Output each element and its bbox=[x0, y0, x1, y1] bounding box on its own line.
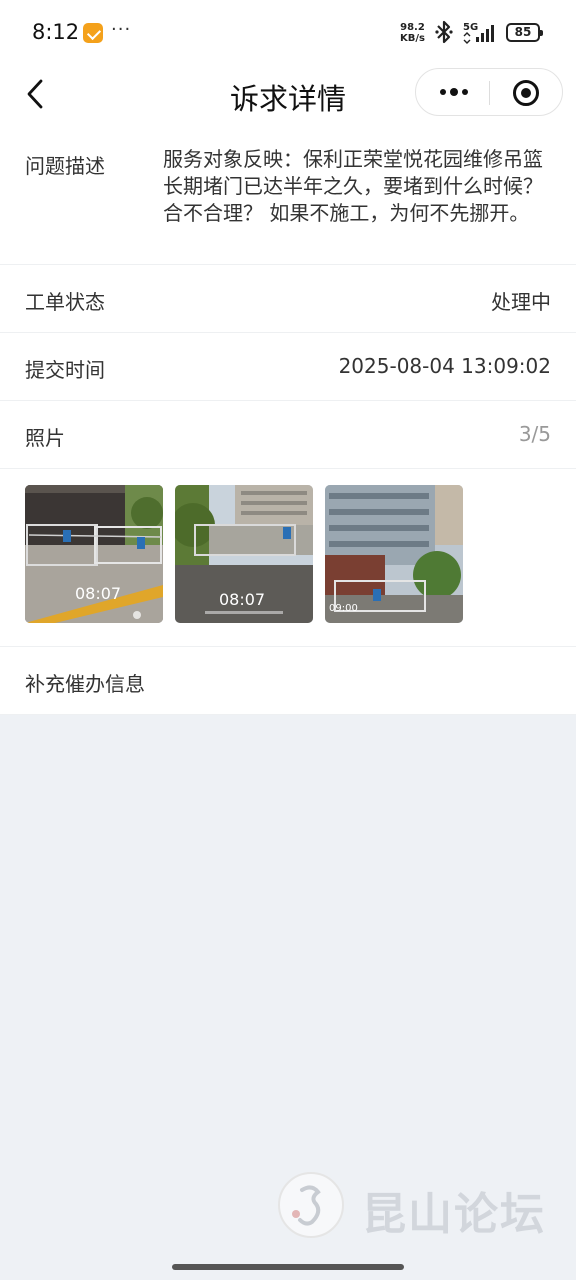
photo-thumbnail-3[interactable]: 09:00 bbox=[325, 485, 463, 623]
network-speed: 98.2 KB/s bbox=[400, 22, 425, 44]
order-status-label: 工单状态 bbox=[25, 290, 105, 314]
network-speed-unit: KB/s bbox=[400, 33, 425, 44]
request-detail-card: 问题描述 服务对象反映：保利正荣堂悦花园维修吊篮长期堵门已达半年之久，要堵到什么… bbox=[0, 126, 576, 715]
network-type-label: 5G bbox=[463, 22, 478, 33]
more-options-icon[interactable] bbox=[436, 79, 472, 105]
photo-2-timestamp: 08:07 bbox=[219, 590, 265, 609]
order-status-row: 工单状态 处理中 bbox=[0, 265, 576, 333]
status-time: 8:12 bbox=[32, 20, 80, 44]
submit-time-value: 2025-08-04 13:09:02 bbox=[338, 354, 551, 378]
battery-icon: 85 bbox=[506, 23, 543, 42]
cellular-signal-icon: 5G bbox=[463, 22, 494, 44]
description-row: 问题描述 服务对象反映：保利正荣堂悦花园维修吊篮长期堵门已达半年之久，要堵到什么… bbox=[0, 126, 576, 265]
submit-time-label: 提交时间 bbox=[25, 358, 105, 382]
status-bar: 8:12 ··· 98.2 KB/s 5G 85 bbox=[0, 0, 576, 64]
watermark-seal-logo bbox=[278, 1172, 344, 1238]
app-notification-icon bbox=[83, 23, 103, 43]
more-notifications-indicator: ··· bbox=[111, 19, 132, 40]
submit-time-row: 提交时间 2025-08-04 13:09:02 bbox=[0, 333, 576, 401]
description-label: 问题描述 bbox=[25, 154, 105, 178]
description-text: 服务对象反映：保利正荣堂悦花园维修吊篮长期堵门已达半年之久，要堵到什么时候？合不… bbox=[163, 147, 543, 225]
photo-gallery: 08:07 08:07 09:00 bbox=[0, 469, 576, 647]
bluetooth-icon bbox=[435, 20, 453, 44]
mini-program-capsule bbox=[415, 68, 563, 116]
photo-thumbnail-2[interactable]: 08:07 bbox=[175, 485, 313, 623]
photos-count: 3/5 bbox=[518, 422, 551, 446]
photos-label: 照片 bbox=[25, 426, 65, 450]
capsule-divider bbox=[489, 81, 490, 105]
forum-watermark: 昆山论坛 bbox=[278, 1170, 576, 1242]
photo-1-timestamp: 08:07 bbox=[75, 584, 121, 603]
photo-thumbnail-1[interactable]: 08:07 bbox=[25, 485, 163, 623]
supplementary-info-label: 补充催办信息 bbox=[25, 672, 145, 696]
close-target-icon[interactable] bbox=[512, 79, 540, 107]
photos-header-row: 照片 3/5 bbox=[0, 401, 576, 469]
order-status-value: 处理中 bbox=[491, 290, 551, 314]
supplementary-info-row[interactable]: 补充催办信息 bbox=[0, 647, 576, 715]
nav-bar: 诉求详情 bbox=[0, 64, 576, 126]
home-indicator[interactable] bbox=[172, 1264, 404, 1270]
watermark-text: 昆山论坛 bbox=[362, 1189, 546, 1240]
network-speed-value: 98.2 bbox=[400, 22, 425, 33]
photo-3-timestamp: 09:00 bbox=[329, 603, 358, 614]
